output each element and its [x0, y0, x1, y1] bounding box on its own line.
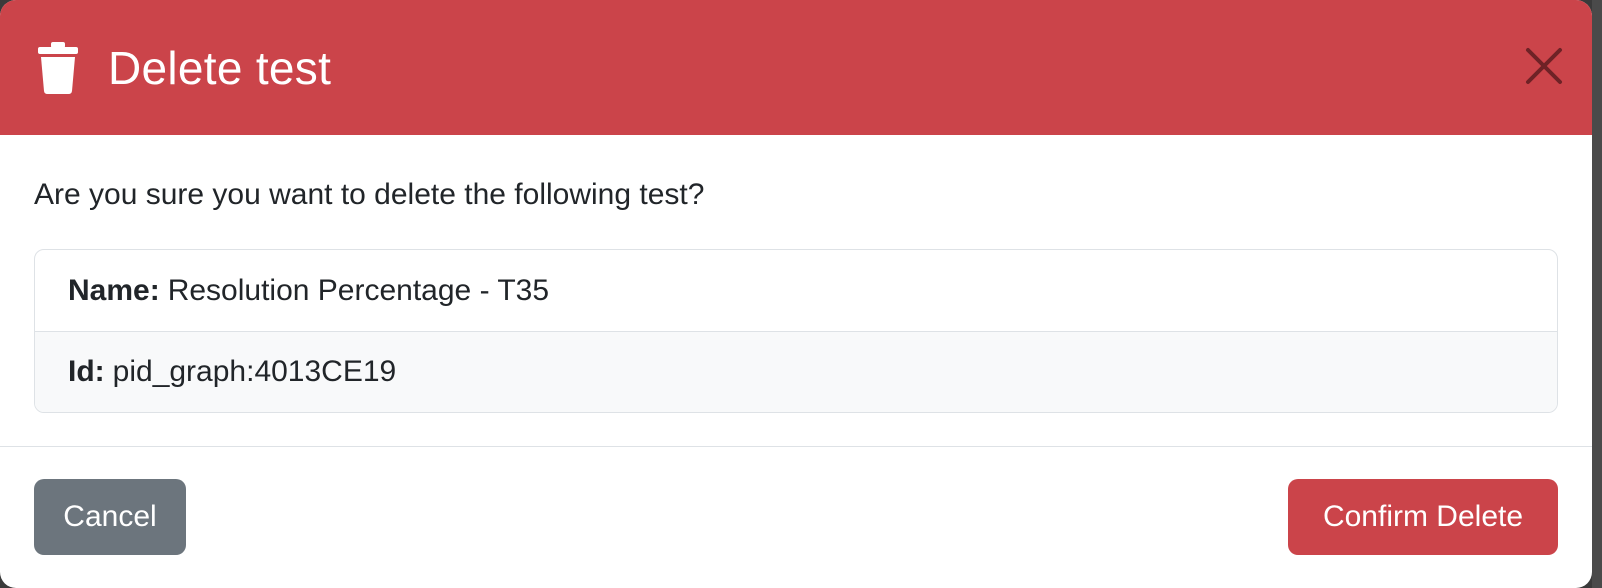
close-button[interactable]	[1524, 46, 1564, 86]
modal-footer: Cancel Confirm Delete	[0, 447, 1592, 587]
detail-row-id: Id: pid_graph:4013CE19	[35, 331, 1557, 412]
test-detail-list: Name: Resolution Percentage - T35 Id: pi…	[34, 249, 1558, 413]
confirmation-prompt: Are you sure you want to delete the foll…	[34, 178, 705, 211]
detail-label: Name:	[68, 273, 160, 307]
cancel-button[interactable]: Cancel	[34, 479, 186, 555]
confirm-delete-button[interactable]: Confirm Delete	[1288, 479, 1558, 555]
detail-value: pid_graph:4013CE19	[112, 355, 397, 388]
page-backdrop	[1592, 0, 1602, 588]
delete-test-modal: Delete test Are you sure you want to del…	[0, 0, 1592, 588]
modal-title: Delete test	[108, 41, 332, 94]
detail-row-name: Name: Resolution Percentage - T35	[35, 250, 1557, 331]
close-icon	[1524, 46, 1564, 86]
trash-icon	[36, 41, 80, 94]
modal-header: Delete test	[0, 0, 1592, 135]
modal-body: Are you sure you want to delete the foll…	[0, 135, 1592, 447]
detail-label: Id:	[68, 355, 105, 388]
detail-value: Resolution Percentage - T35	[167, 273, 550, 307]
